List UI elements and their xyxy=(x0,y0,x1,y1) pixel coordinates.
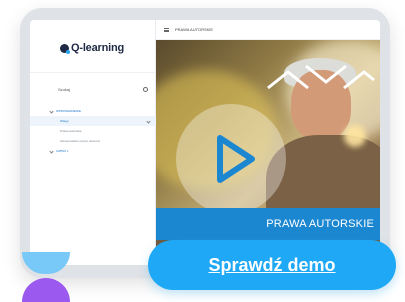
video-player[interactable]: PRAWA AUTORSKIE xyxy=(156,40,380,265)
demo-button[interactable]: Sprawdź demo xyxy=(148,240,396,290)
video-title: PRAWA AUTORSKIE xyxy=(266,218,374,230)
logo-icon xyxy=(60,43,70,54)
sidebar-item-label: Prawa autorskie xyxy=(60,129,82,133)
chevron-down-icon xyxy=(49,108,54,114)
sidebar-item-label: Akceptowalne użycie utworów xyxy=(60,139,101,143)
search-icon[interactable] xyxy=(143,86,148,92)
demo-button-label: Sprawdź demo xyxy=(208,254,336,275)
breadcrumb: PRAWA AUTORSKIE xyxy=(175,27,214,32)
sidebar-item-akceptowalne-uzycie[interactable]: Akceptowalne użycie utworów xyxy=(30,136,156,146)
play-button[interactable] xyxy=(176,104,286,214)
logo[interactable]: Q-learning xyxy=(60,42,124,54)
sidebar-item-label: CZĘŚĆ 1 xyxy=(56,149,69,153)
sidebar-item-wstep[interactable]: Wstęp xyxy=(30,116,156,126)
sidebar-item-label: Wstęp xyxy=(60,119,69,123)
logo-text: Q-learning xyxy=(71,42,125,54)
chevron-icon xyxy=(146,118,151,124)
sidebar-divider xyxy=(30,72,156,73)
course-player-screen: Q-learning Szukaj WPROWADZENIE Wstęp Pra… xyxy=(30,20,380,265)
topbar: PRAWA AUTORSKIE xyxy=(156,20,380,40)
sidebar: Q-learning Szukaj WPROWADZENIE Wstęp Pra… xyxy=(30,20,156,265)
course-menu: WPROWADZENIE Wstęp Prawa autorskie Akcep… xyxy=(30,106,156,156)
sidebar-item-czesc-1[interactable]: CZĘŚĆ 1 xyxy=(30,146,156,156)
sidebar-item-label: WPROWADZENIE xyxy=(56,109,82,113)
sidebar-item-wprowadzenie[interactable]: WPROWADZENIE xyxy=(30,106,156,116)
play-icon xyxy=(217,135,255,183)
arrows-decoration-icon xyxy=(267,64,375,90)
menu-icon[interactable] xyxy=(164,27,169,32)
phone-glow xyxy=(344,125,366,147)
decorative-shape-purple xyxy=(22,278,70,302)
search-placeholder: Szukaj xyxy=(58,86,71,92)
chevron-right-icon xyxy=(49,148,54,154)
search-input[interactable]: Szukaj xyxy=(30,82,156,96)
sidebar-item-prawa-autorskie[interactable]: Prawa autorskie xyxy=(30,126,156,136)
video-title-banner: PRAWA AUTORSKIE xyxy=(156,208,380,240)
